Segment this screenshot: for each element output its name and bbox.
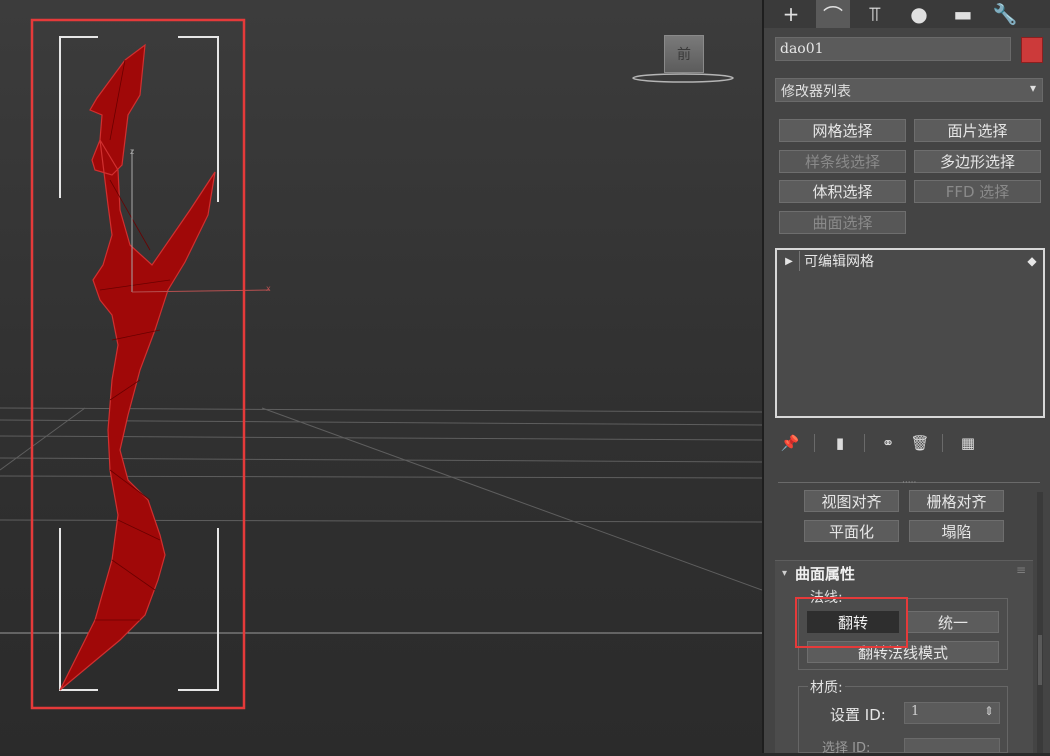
utilities-tab[interactable]: 🔧 — [988, 0, 1022, 28]
spinner-arrows-icon[interactable]: ⇕ — [984, 704, 994, 718]
configure-modifier-sets-button[interactable]: ▦ — [958, 433, 978, 453]
pin-stack-button[interactable]: 📌 — [780, 433, 800, 453]
set-id-label: 设置 ID: — [830, 706, 886, 724]
mesh-type-icon: ◆ — [1027, 254, 1037, 268]
set-id-spinner[interactable]: 1 ⇕ — [904, 702, 1000, 724]
viewport-canvas[interactable]: z x — [0, 0, 762, 753]
surface-select-button[interactable]: 曲面选择 — [779, 211, 906, 234]
rollout-menu-icon[interactable]: ≡ — [1016, 563, 1026, 577]
plus-icon: + — [782, 2, 800, 26]
stack-item-editable-mesh[interactable]: ▶ 可编辑网格 ◆ — [779, 251, 1041, 271]
pin-icon: 📌 — [780, 434, 800, 452]
material-label: 材质: — [808, 677, 845, 697]
collapse-button[interactable]: 塌陷 — [909, 520, 1004, 542]
collapse-triangle-icon: ▾ — [782, 568, 788, 579]
modifier-list-label: 修改器列表 — [781, 84, 851, 100]
poly-select-button[interactable]: 多边形选择 — [914, 150, 1041, 173]
create-tab[interactable]: + — [774, 0, 808, 28]
panel-grip-icon[interactable]: ····· — [902, 478, 916, 488]
panel-scrollbar[interactable] — [1037, 492, 1043, 753]
configure-sets-icon: ▦ — [960, 434, 976, 452]
show-end-result-icon: ▮ — [835, 434, 845, 452]
ffd-select-button[interactable]: FFD 选择 — [914, 180, 1041, 203]
object-color-swatch[interactable] — [1021, 37, 1043, 63]
scrollbar-thumb[interactable] — [1038, 635, 1042, 685]
toolbar-separator — [864, 434, 865, 452]
viewcube-label: 前 — [677, 47, 691, 63]
hierarchy-tab[interactable]: ⫪ — [858, 0, 892, 28]
toolbar-separator — [942, 434, 943, 452]
make-unique-button[interactable]: ⚭ — [878, 433, 898, 453]
make-planar-button[interactable]: 平面化 — [804, 520, 899, 542]
expand-triangle-icon[interactable]: ▶ — [779, 256, 799, 267]
view-align-button[interactable]: 视图对齐 — [804, 490, 899, 512]
select-id-label: 选择 ID: — [822, 741, 871, 756]
modify-curve-icon: ⌒ — [823, 3, 843, 28]
mesh-select-button[interactable]: 网格选择 — [779, 119, 906, 142]
modifier-list-dropdown[interactable]: 修改器列表 ▾ — [775, 78, 1043, 102]
dropdown-arrow-icon: ▾ — [1029, 81, 1036, 95]
motion-circle-icon: ● — [910, 2, 928, 26]
stack-item-label: 可编辑网格 — [799, 251, 1023, 271]
remove-modifier-icon: 🗑 — [910, 434, 930, 452]
svg-text:x: x — [266, 284, 271, 293]
rollout-header-surface-properties[interactable]: ▾ 曲面属性 — [782, 563, 855, 584]
motion-tab[interactable]: ● — [902, 0, 936, 28]
object-name-field[interactable] — [775, 37, 1011, 61]
toolbar-separator — [814, 434, 815, 452]
hierarchy-icon: ⫪ — [869, 2, 881, 26]
viewport-front[interactable]: z x 前 — [0, 0, 762, 753]
modify-tab[interactable]: ⌒ — [816, 0, 850, 28]
select-id-spinner[interactable] — [904, 738, 1000, 753]
modifier-stack[interactable]: ▶ 可编辑网格 ◆ — [775, 248, 1045, 418]
display-monitor-icon: ▬ — [953, 2, 973, 26]
display-tab[interactable]: ▬ — [946, 0, 980, 28]
make-unique-icon: ⚭ — [881, 434, 895, 452]
spline-select-button[interactable]: 样条线选择 — [779, 150, 906, 173]
viewcube-ring[interactable] — [632, 73, 734, 83]
volume-select-button[interactable]: 体积选择 — [779, 180, 906, 203]
rollout-title: 曲面属性 — [795, 565, 856, 583]
remove-modifier-button[interactable]: 🗑 — [910, 433, 930, 453]
svg-text:z: z — [130, 147, 134, 156]
show-end-result-button[interactable]: ▮ — [830, 433, 850, 453]
set-id-value[interactable]: 1 — [911, 704, 919, 719]
viewcube[interactable]: 前 — [664, 35, 704, 73]
unify-normals-button[interactable]: 统一 — [907, 611, 999, 633]
utilities-wrench-icon: 🔧 — [992, 2, 1018, 26]
grid-align-button[interactable]: 栅格对齐 — [909, 490, 1004, 512]
patch-select-button[interactable]: 面片选择 — [914, 119, 1041, 142]
blade-object[interactable] — [59, 43, 216, 691]
highlight-box-flip-button — [795, 597, 908, 648]
command-panel-tabs: + ⌒ ⫪ ● ▬ 🔧 — [764, 0, 1050, 28]
